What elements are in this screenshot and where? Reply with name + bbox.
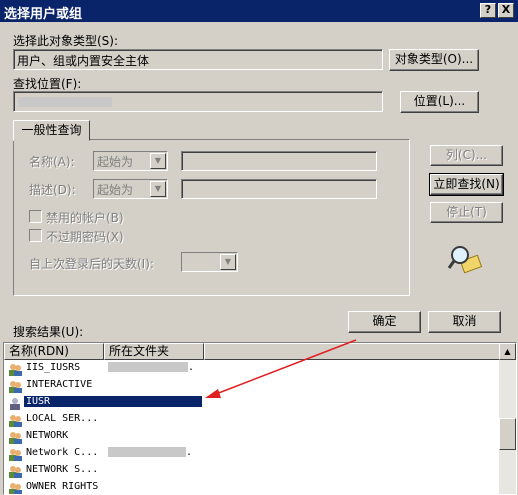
search-magnifier-icon xyxy=(448,246,483,274)
tab-general-query[interactable]: 一般性查询 xyxy=(13,120,90,141)
object-types-button[interactable]: 对象类型(O)... xyxy=(389,49,479,71)
search-results-label: 搜索结果(U): xyxy=(13,325,84,339)
results-scrollbar[interactable]: ▲ xyxy=(499,343,516,494)
column-header-empty xyxy=(204,343,501,360)
non-expiring-password-label: 不过期密码(X) xyxy=(46,230,124,244)
list-item[interactable]: NETWORK xyxy=(4,429,204,446)
scroll-up-icon[interactable]: ▲ xyxy=(499,343,516,360)
list-item[interactable]: LOCAL SER... xyxy=(4,412,204,429)
help-button[interactable]: ? xyxy=(480,3,496,18)
user-group-icon xyxy=(9,466,22,478)
columns-button[interactable]: 列(C)... xyxy=(430,145,503,166)
user-group-icon xyxy=(9,415,22,427)
list-item[interactable]: Network C... . xyxy=(4,446,204,463)
redacted-folder xyxy=(108,362,188,372)
ok-button[interactable]: 确定 xyxy=(348,311,421,333)
name-input[interactable] xyxy=(181,151,377,171)
location-field xyxy=(13,91,383,112)
name-mode-select[interactable]: 起始为 ▼ xyxy=(93,151,168,171)
object-type-field: 用户、组或内置安全主体 xyxy=(13,49,383,70)
list-item[interactable]: IIS_IUSRS . xyxy=(4,361,204,378)
days-since-logon-select[interactable]: ▼ xyxy=(181,252,238,272)
cancel-button[interactable]: 取消 xyxy=(428,311,501,333)
user-icon xyxy=(10,398,20,410)
object-type-label: 选择此对象类型(S): xyxy=(13,34,119,48)
find-now-button[interactable]: 立即查找(N) xyxy=(429,173,504,196)
redacted-location xyxy=(18,97,112,107)
close-button[interactable]: X xyxy=(498,3,514,18)
location-label: 查找位置(F): xyxy=(13,77,82,91)
user-group-icon xyxy=(9,381,22,393)
locations-button[interactable]: 位置(L)... xyxy=(400,91,479,113)
scroll-thumb[interactable] xyxy=(499,418,516,450)
list-item[interactable]: INTERACTIVE xyxy=(4,378,204,395)
name-label: 名称(A): xyxy=(29,155,75,169)
window-title: 选择用户或组 xyxy=(4,7,83,22)
chevron-down-icon: ▼ xyxy=(150,153,166,169)
stop-button[interactable]: 停止(T) xyxy=(430,202,503,223)
list-item[interactable]: OWNER RIGHTS xyxy=(4,480,204,494)
column-header-folder[interactable]: 所在文件夹 xyxy=(104,343,204,360)
list-item-selected[interactable]: IUSR xyxy=(4,395,204,412)
days-since-logon-label: 自上次登录后的天数(I): xyxy=(29,257,154,271)
disabled-accounts-label: 禁用的帐户(B) xyxy=(46,211,124,225)
user-group-icon xyxy=(9,449,22,461)
chevron-down-icon: ▼ xyxy=(220,254,236,270)
title-bar: 选择用户或组 ? X xyxy=(0,0,518,22)
description-label: 描述(D): xyxy=(29,183,76,197)
user-group-icon xyxy=(9,483,22,494)
redacted-folder xyxy=(108,447,186,457)
disabled-accounts-checkbox[interactable] xyxy=(29,210,42,223)
user-group-icon xyxy=(9,432,22,444)
description-input[interactable] xyxy=(181,179,377,199)
column-header-name[interactable]: 名称(RDN) xyxy=(4,343,104,360)
results-list[interactable]: 名称(RDN) 所在文件夹 IIS_IUSRS . INTERACTIVE IU… xyxy=(3,342,517,495)
non-expiring-password-checkbox[interactable] xyxy=(29,229,42,242)
user-group-icon xyxy=(9,364,22,376)
list-item[interactable]: NETWORK S... xyxy=(4,463,204,480)
description-mode-select[interactable]: 起始为 ▼ xyxy=(93,179,168,199)
chevron-down-icon: ▼ xyxy=(150,181,166,197)
